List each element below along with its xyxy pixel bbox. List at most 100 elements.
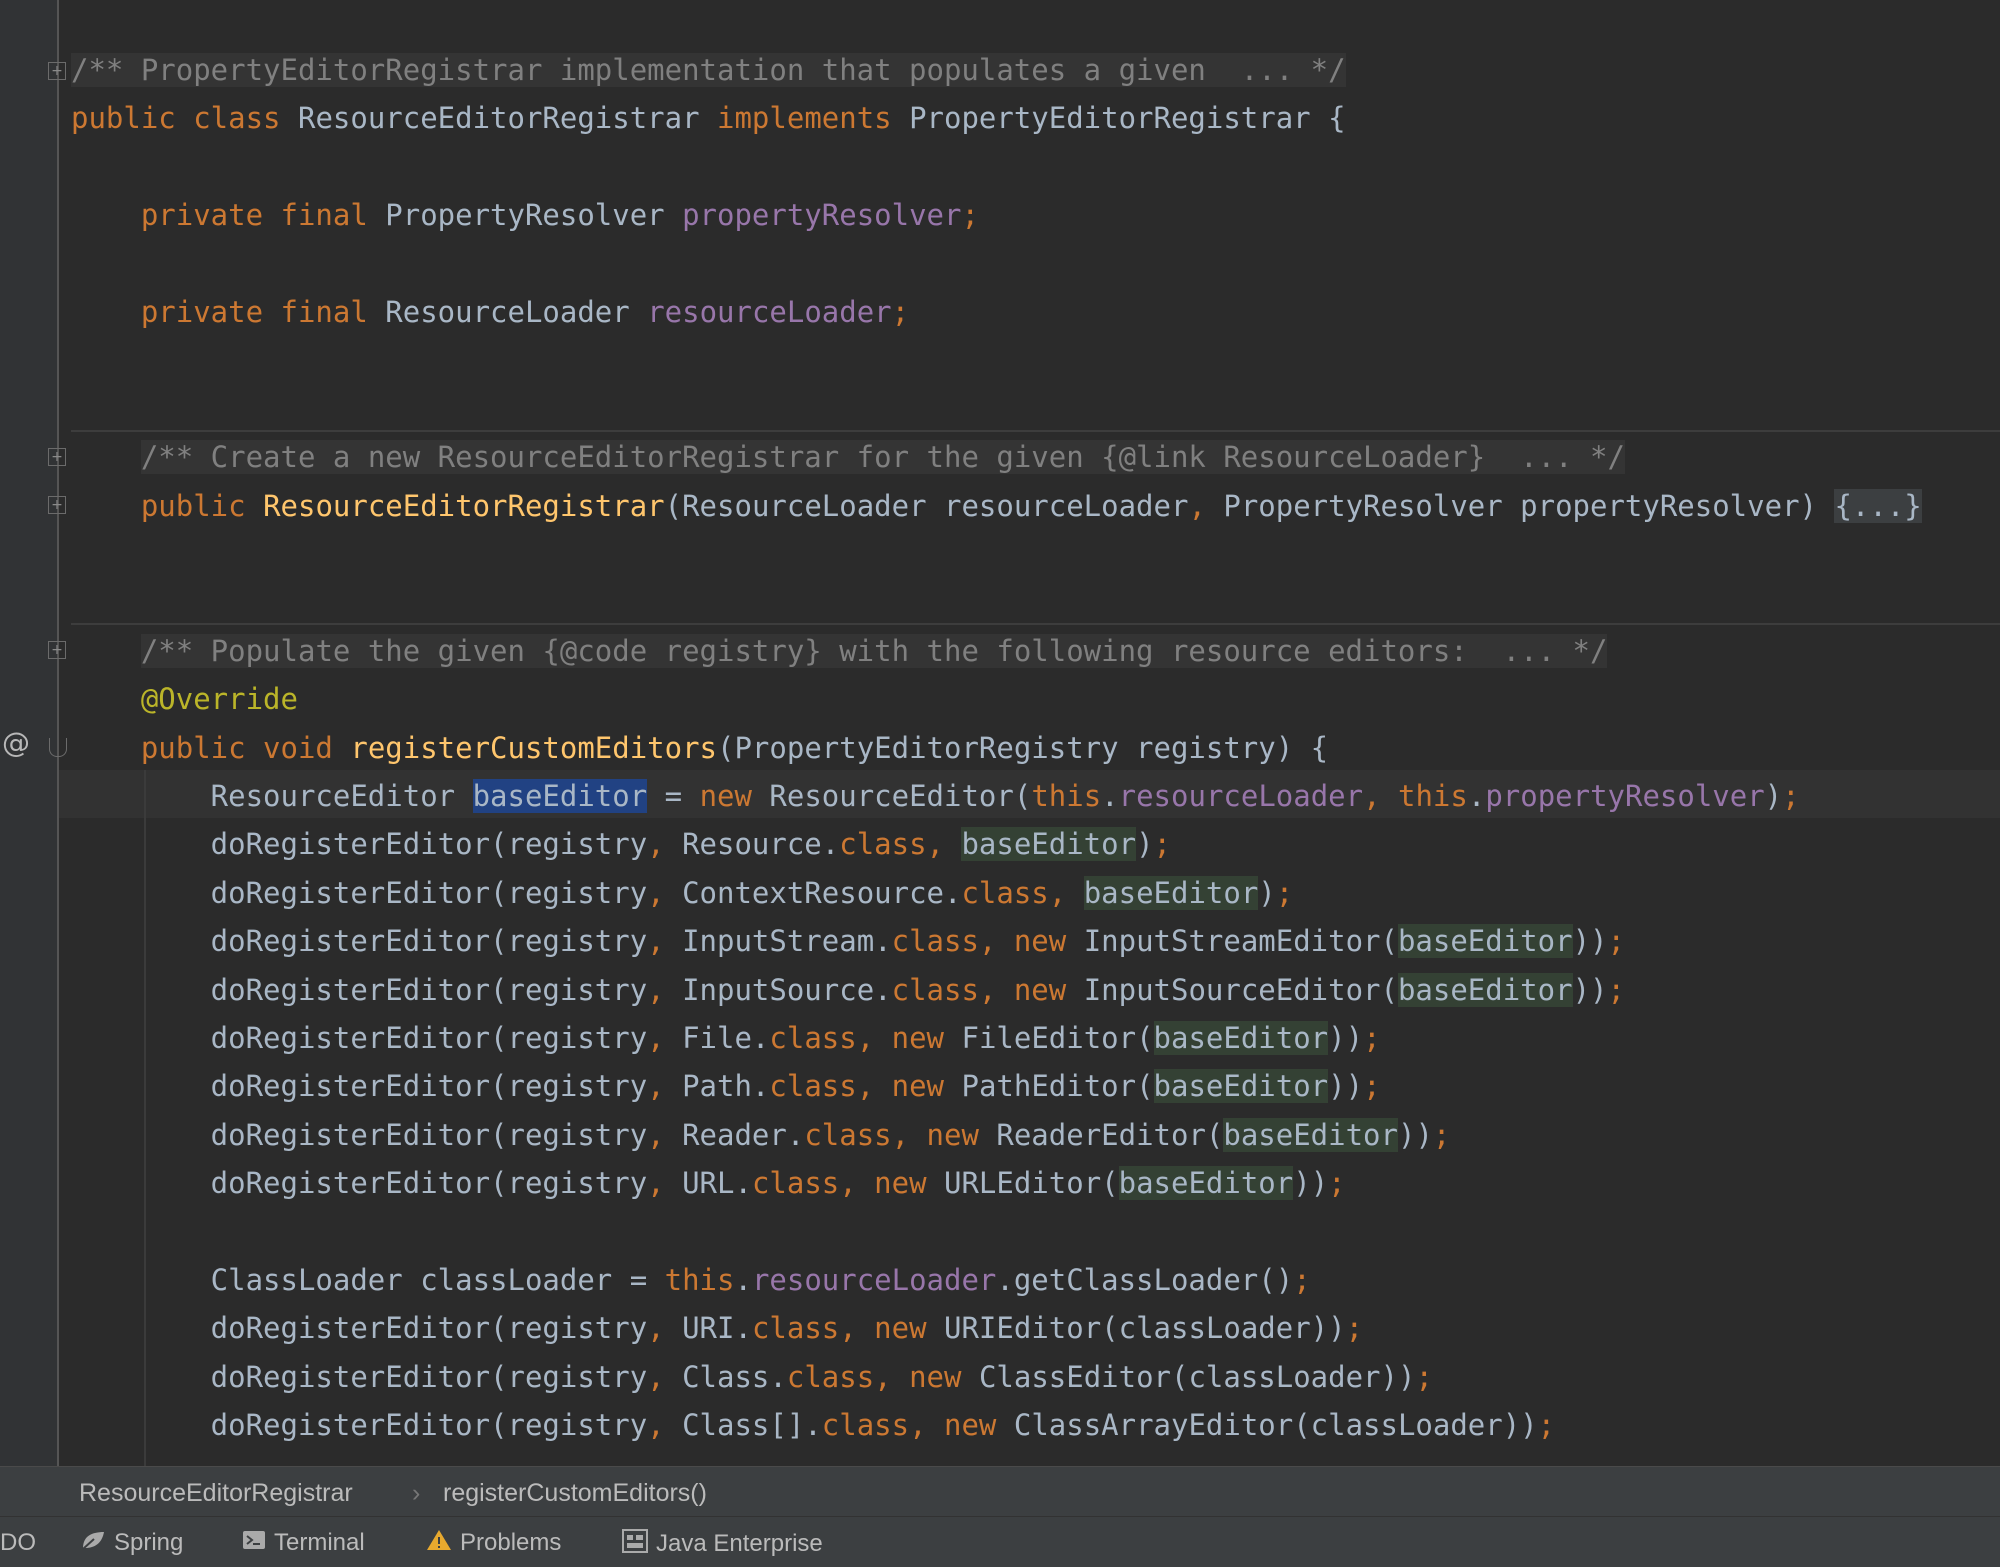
code-editor[interactable]: /** PropertyEditorRegistrar implementati… bbox=[59, 0, 2000, 1466]
code-line[interactable]: doRegisterEditor(registry, Reader.class,… bbox=[71, 1111, 1450, 1159]
code-token: doRegisterEditor(registry bbox=[71, 827, 648, 862]
keyword: this bbox=[664, 1263, 735, 1297]
keyword: , bbox=[978, 972, 1014, 1007]
code-token: ResourceEditor bbox=[71, 779, 473, 813]
code-line[interactable]: doRegisterEditor(registry, Class.class, … bbox=[71, 1353, 1433, 1401]
code-line[interactable]: doRegisterEditor(registry, ContextResour… bbox=[71, 869, 1293, 917]
code-line[interactable]: doRegisterEditor(registry, File.class, n… bbox=[71, 1014, 1381, 1062]
keyword: ; bbox=[1275, 875, 1294, 910]
code-token: URL. bbox=[682, 1166, 752, 1201]
override-marker-icon[interactable]: @ bbox=[2, 726, 30, 759]
keyword: new bbox=[1013, 972, 1084, 1007]
usage-highlight: baseEditor bbox=[1153, 1021, 1329, 1055]
keyword: , bbox=[647, 1021, 683, 1055]
tool-window-terminal[interactable]: Terminal bbox=[242, 1529, 365, 1557]
tool-window-java-enterprise[interactable]: Java Enterprise bbox=[622, 1529, 823, 1557]
field-ref: resourceLoader bbox=[751, 1263, 997, 1297]
code-token: PathEditor( bbox=[961, 1069, 1154, 1104]
code-line[interactable]: /** Populate the given {@code registry} … bbox=[71, 627, 1608, 675]
keyword: ; bbox=[1293, 1263, 1311, 1297]
keyword: , bbox=[926, 827, 962, 862]
code-line[interactable]: /** Create a new ResourceEditorRegistrar… bbox=[71, 433, 1625, 481]
keyword: new bbox=[874, 1311, 945, 1346]
code-token: (PropertyEditorRegistry registry) { bbox=[717, 730, 1329, 765]
keyword: new bbox=[874, 1166, 945, 1201]
code-line[interactable]: doRegisterEditor(registry, URI.class, ne… bbox=[71, 1304, 1363, 1352]
code-token: doRegisterEditor(registry bbox=[71, 1359, 648, 1394]
spring-leaf-icon bbox=[80, 1529, 106, 1558]
code-token: ReaderEditor( bbox=[996, 1117, 1224, 1152]
code-line[interactable]: doRegisterEditor(registry, InputStream.c… bbox=[71, 917, 1625, 965]
tool-window-problems[interactable]: Problems bbox=[426, 1529, 561, 1557]
code-line[interactable]: doRegisterEditor(registry, URL.class, ne… bbox=[71, 1159, 1346, 1207]
code-line[interactable]: doRegisterEditor(registry, Path.class, n… bbox=[71, 1062, 1381, 1110]
keyword: private final bbox=[71, 198, 386, 233]
keyword: public void bbox=[71, 730, 351, 765]
keyword: new bbox=[699, 779, 770, 813]
code-line[interactable]: private final ResourceLoader resourceLoa… bbox=[71, 288, 909, 336]
comment-text: /** Populate the given {@code registry} … bbox=[140, 633, 1608, 668]
code-line[interactable]: @Override bbox=[71, 675, 298, 723]
code-line[interactable]: /** PropertyEditorRegistrar implementati… bbox=[71, 46, 1346, 94]
field-ref: propertyResolver bbox=[682, 198, 962, 233]
keyword: implements bbox=[717, 101, 910, 136]
keyword: class bbox=[961, 875, 1049, 910]
usage-highlight: baseEditor bbox=[961, 827, 1137, 862]
code-token: Reader. bbox=[682, 1117, 805, 1152]
code-token: URI. bbox=[682, 1311, 752, 1346]
code-token: . bbox=[1101, 779, 1119, 813]
code-line[interactable]: private final PropertyResolver propertyR… bbox=[71, 191, 979, 239]
code-token: Class. bbox=[682, 1359, 787, 1394]
code-line[interactable]: ClassLoader classLoader = this.resourceL… bbox=[71, 1256, 1311, 1304]
tool-window-label: Java Enterprise bbox=[656, 1529, 823, 1557]
keyword: , bbox=[978, 924, 1014, 959]
code-token: Path. bbox=[682, 1069, 770, 1104]
code-token: )) bbox=[1328, 1021, 1364, 1055]
usage-highlight: baseEditor bbox=[1118, 1166, 1294, 1201]
code-token: doRegisterEditor(registry bbox=[71, 1069, 648, 1104]
field-ref: resourceLoader bbox=[1118, 779, 1364, 813]
code-line[interactable]: doRegisterEditor(registry, Resource.clas… bbox=[71, 820, 1171, 868]
tool-window-spring[interactable]: Spring bbox=[80, 1529, 183, 1557]
keyword: class bbox=[786, 1359, 875, 1394]
code-token: )) bbox=[1572, 972, 1608, 1007]
keyword: , bbox=[647, 1166, 683, 1201]
keyword: new bbox=[909, 1359, 979, 1394]
breadcrumb-method[interactable]: registerCustomEditors() bbox=[443, 1479, 707, 1508]
tool-window-todo[interactable]: DO bbox=[0, 1529, 36, 1557]
code-line[interactable]: public void registerCustomEditors(Proper… bbox=[71, 724, 1328, 772]
code-line[interactable]: doRegisterEditor(registry, InputSource.c… bbox=[71, 966, 1625, 1014]
keyword: ; bbox=[1782, 779, 1800, 813]
code-token: ClassLoader classLoader = bbox=[71, 1263, 665, 1297]
tool-window-label: Spring bbox=[114, 1529, 184, 1556]
tool-window-label: DO bbox=[0, 1529, 36, 1556]
code-token: URIEditor(classLoader)) bbox=[944, 1311, 1346, 1346]
code-line[interactable]: doRegisterEditor(registry, Class[].class… bbox=[71, 1401, 1555, 1449]
keyword: , bbox=[1188, 488, 1224, 523]
code-token: PropertyResolver propertyResolver) bbox=[1223, 488, 1835, 523]
keyword: class bbox=[891, 924, 979, 959]
code-token: doRegisterEditor(registry bbox=[71, 972, 648, 1007]
keyword: class bbox=[891, 972, 979, 1007]
field-ref: propertyResolver bbox=[1485, 779, 1765, 813]
code-line[interactable]: public ResourceEditorRegistrar(ResourceL… bbox=[71, 482, 1922, 530]
code-token: ClassEditor(classLoader)) bbox=[978, 1359, 1416, 1394]
code-token: Class[]. bbox=[682, 1408, 822, 1443]
keyword: class bbox=[751, 1311, 840, 1346]
method-name: ResourceEditorRegistrar bbox=[263, 488, 665, 523]
breadcrumb: ResourceEditorRegistrar › registerCustom… bbox=[0, 1466, 2000, 1517]
keyword: class bbox=[769, 1069, 857, 1104]
breadcrumb-class[interactable]: ResourceEditorRegistrar bbox=[79, 1479, 353, 1508]
keyword: ; bbox=[1415, 1359, 1433, 1394]
code-line[interactable]: public class ResourceEditorRegistrar imp… bbox=[71, 94, 1346, 142]
keyword: , bbox=[647, 1069, 683, 1104]
usage-highlight: baseEditor bbox=[1397, 972, 1573, 1007]
code-line[interactable]: ResourceEditor baseEditor = new Resource… bbox=[71, 772, 1800, 820]
field-ref: resourceLoader bbox=[647, 295, 892, 329]
keyword: class bbox=[769, 1021, 857, 1055]
code-token: ClassArrayEditor(classLoader)) bbox=[1013, 1408, 1538, 1443]
keyword: , bbox=[647, 1117, 683, 1152]
tool-window-bar: DO Spring Terminal Problems Java Enterpr… bbox=[0, 1516, 2000, 1567]
keyword: new bbox=[944, 1408, 1014, 1443]
